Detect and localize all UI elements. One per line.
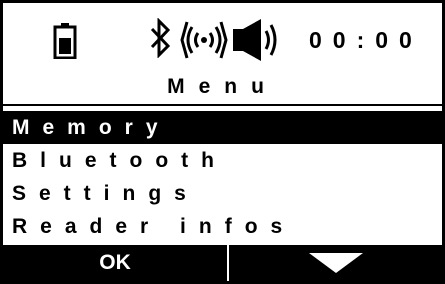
softkey-bar: OK [3, 245, 442, 281]
down-arrow-icon [308, 253, 363, 273]
menu-item-bluetooth[interactable]: Bluetooth [3, 144, 442, 177]
clock: 00:00 [309, 27, 423, 53]
menu-list: Memory Bluetooth Settings Reader infos [3, 111, 442, 243]
speaker-icon [233, 19, 277, 61]
status-bar: 00:00 [3, 3, 442, 71]
battery-icon [53, 23, 77, 59]
signal-icon [180, 21, 228, 59]
bluetooth-icon [150, 18, 171, 58]
divider [3, 104, 442, 106]
menu-item-reader-infos[interactable]: Reader infos [3, 210, 442, 243]
ok-button[interactable]: OK [3, 245, 227, 281]
down-button[interactable] [229, 245, 442, 281]
menu-item-settings[interactable]: Settings [3, 177, 442, 210]
page-title: Menu [167, 75, 278, 98]
ok-button-label: OK [99, 251, 131, 274]
menu-item-memory[interactable]: Memory [3, 111, 442, 144]
device-screen: 00:00 Menu Memory Bluetooth Settings Rea… [0, 0, 445, 284]
